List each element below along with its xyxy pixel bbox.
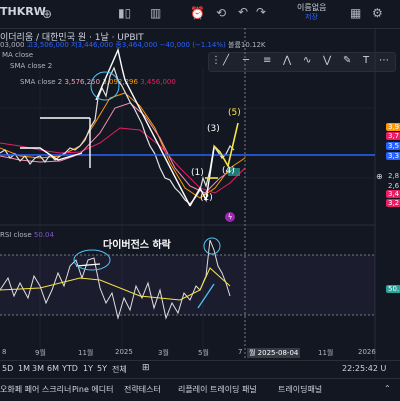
tf-5y[interactable]: 5Y bbox=[97, 364, 107, 373]
tab-strategy-tester[interactable]: 전략테스터 bbox=[124, 384, 161, 395]
settings-icon[interactable]: ⚙ bbox=[372, 6, 383, 20]
rsi-legend[interactable]: RSI close 50.04 bbox=[0, 231, 54, 239]
time-axis[interactable]: 8 9월 11월 2025 3월 5월 7 11월 2026 월 2025-08… bbox=[0, 348, 376, 360]
bottom-panel-tabs: 오화페 페어 스크리너 Pine 에디터 전략테스터 리플레이 트레이딩 패널 … bbox=[0, 378, 400, 401]
price-tag-5: 2,8 bbox=[388, 172, 400, 180]
clock[interactable]: 22:25:42 U bbox=[342, 364, 386, 373]
tf-6m[interactable]: 6M bbox=[47, 364, 59, 373]
tf-ytd[interactable]: YTD bbox=[62, 364, 78, 373]
date-range-icon[interactable]: ⊞ bbox=[142, 363, 150, 373]
tf-1m[interactable]: 1M bbox=[18, 364, 30, 373]
undo-icon[interactable]: ↶ bbox=[238, 5, 248, 19]
add-alert-icon[interactable]: ⊕ bbox=[376, 172, 383, 181]
tab-screener[interactable]: 오화페 페어 스크리너 bbox=[0, 384, 71, 395]
price-tag-7: 3,4 bbox=[386, 190, 400, 198]
tab-trading-panel[interactable]: 트레이딩패널 bbox=[278, 384, 322, 395]
wave-label-2: (2) bbox=[200, 193, 213, 203]
tf-1y[interactable]: 1Y bbox=[83, 364, 93, 373]
tf-3m[interactable]: 3M bbox=[32, 364, 44, 373]
top-highlight-circle bbox=[90, 71, 120, 101]
grid-layout-icon[interactable]: ▦ bbox=[350, 6, 361, 20]
chart-type-icon[interactable]: ▮▯ bbox=[118, 6, 131, 20]
price-tag-8: 3,2 bbox=[386, 199, 400, 207]
price-tag-3: 3,5 bbox=[386, 142, 400, 150]
candles bbox=[0, 66, 235, 205]
replay-icon[interactable]: ⟲ bbox=[216, 6, 226, 20]
tab-replay-panel[interactable]: 리플레이 트레이딩 패널 bbox=[178, 384, 257, 395]
collapse-panel-icon[interactable]: ⌃ bbox=[384, 384, 391, 393]
price-tag-2: 3,7 bbox=[386, 132, 400, 140]
tab-pine-editor[interactable]: Pine 에디터 bbox=[72, 384, 114, 395]
wave-label-1: (1) bbox=[191, 168, 204, 178]
redo-icon[interactable]: ↷ bbox=[256, 5, 266, 19]
wave-label-4: (4) bbox=[222, 166, 235, 176]
price-tag-1: 3,9 bbox=[386, 123, 400, 131]
wave-label-5: (5) bbox=[228, 108, 241, 118]
price-tag-4: 3,3 bbox=[386, 152, 400, 160]
tf-5d[interactable]: 5D bbox=[2, 364, 13, 373]
wave-annotation-white bbox=[20, 47, 215, 207]
price-tag-6: 2,6 bbox=[388, 182, 400, 190]
wave-label-3: (3) bbox=[207, 124, 220, 134]
rsi-value-tag: 50. bbox=[386, 285, 400, 293]
crosshair-date: 월 2025-08-04 bbox=[247, 348, 301, 358]
top-toolbar: THKRW ⊕ ▮▯ ▥ ⏰ ⟲ ↶ ↷ 이름없음 저장 ▦ ⚙ bbox=[0, 0, 400, 29]
add-symbol-icon[interactable]: ⊕ bbox=[42, 7, 52, 21]
save-label[interactable]: 저장 bbox=[305, 12, 318, 22]
symbol-name[interactable]: THKRW bbox=[0, 5, 46, 18]
timeframe-bar: 5D 1M 3M 6M YTD 1Y 5Y 전체 ⊞ 22:25:42 U bbox=[0, 360, 400, 377]
layout-icon[interactable]: ▥ bbox=[150, 6, 161, 20]
event-icon[interactable]: ϟ bbox=[225, 212, 235, 222]
tf-all[interactable]: 전체 bbox=[112, 364, 127, 375]
divergence-text: 다이버전스 하락 bbox=[103, 240, 171, 251]
alert-icon[interactable]: ⏰ bbox=[190, 6, 205, 20]
